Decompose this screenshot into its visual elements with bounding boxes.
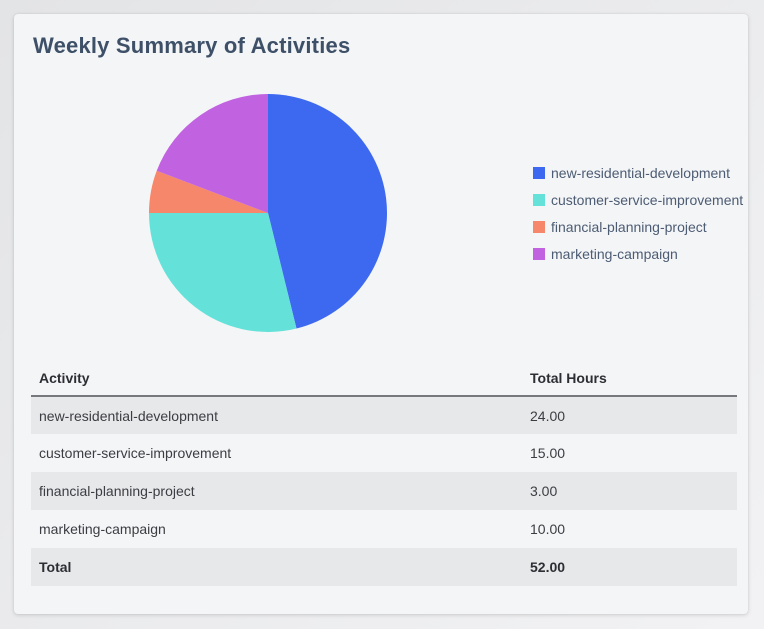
- legend-item-marketing-campaign[interactable]: marketing-campaign: [533, 240, 743, 267]
- table-row: marketing-campaign 10.00: [31, 510, 737, 548]
- legend-label: marketing-campaign: [551, 245, 678, 262]
- chart-legend: new-residential-development customer-serv…: [533, 159, 743, 267]
- table-row: new-residential-development 24.00: [31, 396, 737, 434]
- legend-label: new-residential-development: [551, 164, 730, 181]
- cell-activity: Total: [39, 559, 72, 575]
- activity-summary-table: Activity Total Hours new-residential-dev…: [31, 364, 737, 586]
- table-row: financial-planning-project 3.00: [31, 472, 737, 510]
- column-header-total-hours: Total Hours: [522, 364, 737, 397]
- legend-label: customer-service-improvement: [551, 191, 744, 208]
- column-header-activity: Activity: [31, 364, 522, 397]
- cell-total-hours: 10.00: [530, 521, 566, 537]
- cell-activity: new-residential-development: [39, 407, 218, 424]
- cell-total-hours: 3.00: [530, 483, 558, 499]
- pie-chart: [149, 94, 387, 332]
- legend-swatch-icon: [533, 193, 545, 206]
- legend-swatch-icon: [533, 220, 545, 233]
- table-row: customer-service-improvement 15.00: [31, 434, 737, 472]
- legend-label: financial-planning-project: [551, 218, 707, 235]
- legend-swatch-icon: [533, 166, 545, 179]
- table-header-row: Activity Total Hours: [31, 364, 737, 397]
- cell-activity: financial-planning-project: [39, 483, 195, 499]
- cell-total-hours: 24.00: [530, 407, 566, 424]
- legend-item-new-residential-development[interactable]: new-residential-development: [533, 159, 743, 186]
- cell-activity: customer-service-improvement: [39, 445, 232, 461]
- legend-item-financial-planning-project[interactable]: financial-planning-project: [533, 213, 743, 240]
- cell-total-hours: 52.00: [530, 559, 566, 575]
- legend-item-customer-service-improvement[interactable]: customer-service-improvement: [533, 186, 743, 213]
- cell-total-hours: 15.00: [530, 445, 566, 461]
- page-title: Weekly Summary of Activities: [33, 33, 351, 58]
- cell-activity: marketing-campaign: [39, 521, 166, 537]
- report-card: Weekly Summary of Activities new-residen…: [14, 14, 748, 614]
- table-total-row: Total 52.00: [31, 548, 737, 586]
- legend-swatch-icon: [533, 247, 545, 260]
